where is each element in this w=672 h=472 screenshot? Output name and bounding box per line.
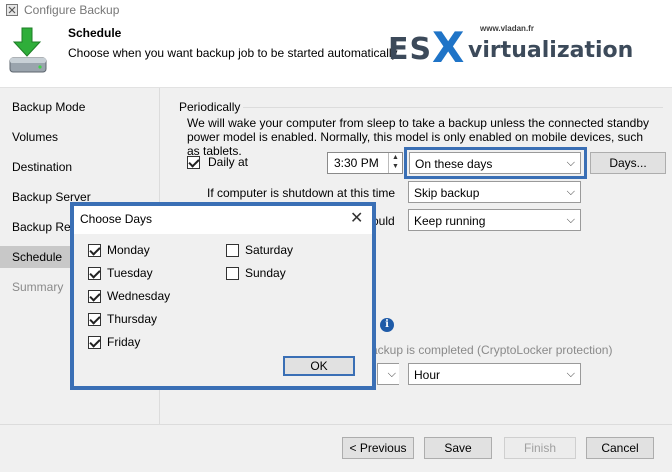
days-mode-highlight bbox=[404, 147, 587, 179]
time-picker[interactable]: 3:30 PM ▲ ▼ bbox=[327, 152, 403, 174]
backup-drive-icon bbox=[9, 27, 47, 73]
wizard-footer: < Previous Save Finish Cancel bbox=[0, 424, 672, 472]
save-button[interactable]: Save bbox=[424, 437, 492, 459]
monday-label: Monday bbox=[107, 243, 150, 257]
day-saturday[interactable]: Saturday bbox=[226, 243, 293, 257]
dialog-title: Choose Days bbox=[80, 212, 153, 226]
group-divider bbox=[243, 107, 663, 108]
sidebar-item-destination[interactable]: Destination bbox=[0, 156, 160, 178]
chevron-down-icon: ⌵ bbox=[566, 186, 575, 198]
logo-x: X bbox=[432, 23, 465, 72]
watermark-logo: www.vladan.fr ES X virtualization bbox=[386, 23, 633, 72]
wednesday-label: Wednesday bbox=[107, 289, 171, 303]
saturday-checkbox[interactable] bbox=[226, 243, 239, 257]
cancel-button[interactable]: Cancel bbox=[586, 437, 654, 459]
day-thursday[interactable]: Thursday bbox=[88, 312, 157, 326]
shutdown-label: If computer is shutdown at this time bbox=[207, 186, 396, 200]
daily-at-option[interactable]: Daily at bbox=[187, 155, 248, 169]
tuesday-checkbox[interactable] bbox=[88, 266, 101, 280]
app-icon bbox=[6, 4, 18, 16]
monday-checkbox[interactable] bbox=[88, 243, 101, 257]
day-tuesday[interactable]: Tuesday bbox=[88, 266, 153, 280]
choose-days-dialog: Choose Days ✕ Monday Tuesday Wednesday T… bbox=[74, 206, 372, 386]
logo-word: virtualization bbox=[468, 38, 634, 63]
day-friday[interactable]: Friday bbox=[88, 335, 140, 349]
friday-checkbox[interactable] bbox=[88, 335, 101, 349]
cryptolocker-label: ackup is completed (CryptoLocker protect… bbox=[371, 343, 613, 357]
interval-unit-select[interactable]: Hour ⌵ bbox=[408, 363, 581, 385]
chevron-down-icon: ⌵ bbox=[566, 368, 575, 380]
keep-running-value: Keep running bbox=[414, 214, 486, 228]
wednesday-checkbox[interactable] bbox=[88, 289, 101, 303]
sidebar-item-backup-mode[interactable]: Backup Mode bbox=[0, 96, 160, 118]
sidebar-item-volumes[interactable]: Volumes bbox=[0, 126, 160, 148]
spin-down-icon[interactable]: ▼ bbox=[392, 163, 399, 170]
thursday-label: Thursday bbox=[107, 312, 158, 326]
time-spinner[interactable]: ▲ ▼ bbox=[388, 153, 402, 173]
window-title: Configure Backup bbox=[24, 3, 120, 17]
daily-label: Daily at bbox=[208, 155, 249, 169]
page-subtitle: Choose when you want backup job to be st… bbox=[68, 46, 400, 60]
spin-icon[interactable]: ⌵ bbox=[388, 368, 396, 381]
previous-button[interactable]: < Previous bbox=[342, 437, 414, 459]
info-icon[interactable]: i bbox=[380, 318, 394, 332]
saturday-label: Saturday bbox=[245, 243, 294, 257]
page-title: Schedule bbox=[68, 26, 122, 40]
sunday-checkbox[interactable] bbox=[226, 266, 239, 280]
finish-button: Finish bbox=[504, 437, 576, 459]
day-wednesday[interactable]: Wednesday bbox=[88, 289, 170, 303]
time-value: 3:30 PM bbox=[334, 156, 379, 170]
day-sunday[interactable]: Sunday bbox=[226, 266, 286, 280]
chevron-down-icon: ⌵ bbox=[566, 214, 575, 226]
thursday-checkbox[interactable] bbox=[88, 312, 101, 326]
shutdown-action-select[interactable]: Skip backup ⌵ bbox=[408, 181, 581, 203]
sunday-label: Sunday bbox=[245, 266, 286, 280]
logo-es: ES bbox=[388, 32, 433, 67]
shutdown-action-value: Skip backup bbox=[414, 186, 480, 200]
spin-up-icon[interactable]: ▲ bbox=[392, 154, 399, 161]
friday-label: Friday bbox=[107, 335, 141, 349]
interval-spinner[interactable]: ⌵ bbox=[377, 363, 399, 385]
days-button[interactable]: Days... bbox=[590, 152, 666, 174]
tuesday-label: Tuesday bbox=[107, 266, 153, 280]
title-bar: Configure Backup bbox=[0, 0, 672, 20]
periodically-group-label: Periodically bbox=[179, 100, 241, 114]
logo-site: www.vladan.fr bbox=[480, 24, 534, 33]
ok-button[interactable]: OK bbox=[283, 356, 355, 376]
choose-days-dialog-frame: Choose Days ✕ Monday Tuesday Wednesday T… bbox=[70, 202, 376, 390]
interval-unit-value: Hour bbox=[414, 368, 441, 382]
keep-running-select[interactable]: Keep running ⌵ bbox=[408, 209, 581, 231]
close-icon[interactable]: ✕ bbox=[350, 208, 363, 228]
daily-checkbox[interactable] bbox=[187, 155, 200, 169]
day-monday[interactable]: Monday bbox=[88, 243, 150, 257]
